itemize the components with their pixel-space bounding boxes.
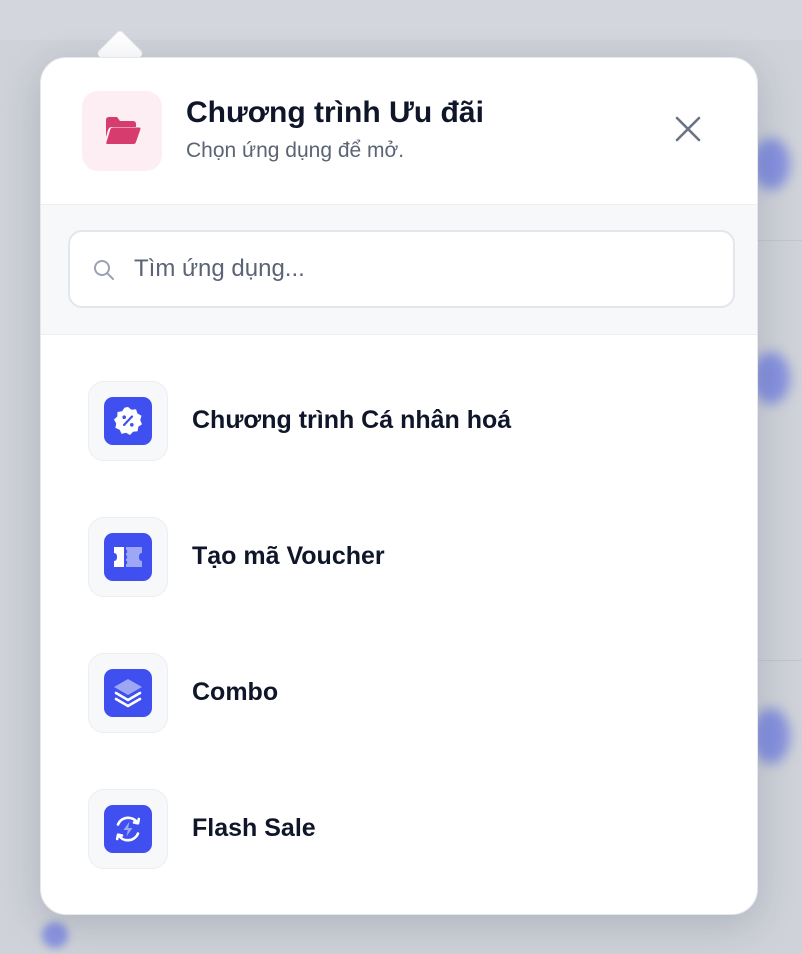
layers-icon xyxy=(104,669,152,717)
background-divider xyxy=(758,240,802,241)
popover-subtitle: Chọn ứng dụng để mở. xyxy=(186,139,405,162)
search-input[interactable] xyxy=(134,232,724,306)
app-label: Tạo mã Voucher xyxy=(192,542,385,570)
close-icon xyxy=(675,116,701,142)
close-button[interactable] xyxy=(669,110,707,148)
ticket-icon xyxy=(104,533,152,581)
app-picker-popover: Chương trình Ưu đãi Chọn ứng dụng để mở. xyxy=(40,57,758,915)
app-label: Combo xyxy=(192,678,279,706)
folder-open-icon xyxy=(82,91,162,171)
background-nav-icon xyxy=(42,922,68,948)
app-label: Chương trình Cá nhân hoá xyxy=(192,406,512,434)
background-divider xyxy=(758,660,802,661)
app-tile xyxy=(88,381,168,461)
percent-badge-icon xyxy=(104,397,152,445)
popover-title: Chương trình Ưu đãi xyxy=(186,96,484,129)
search-icon xyxy=(94,260,114,280)
app-tile xyxy=(88,789,168,869)
app-item-create-voucher[interactable]: Tạo mã Voucher xyxy=(41,471,757,607)
app-item-flash-sale[interactable]: Flash Sale xyxy=(41,743,757,879)
search-section xyxy=(41,204,757,335)
app-tile xyxy=(88,653,168,733)
app-item-combo[interactable]: Combo xyxy=(41,607,757,743)
app-tile xyxy=(88,517,168,597)
flash-refresh-icon xyxy=(104,805,152,853)
app-item-personalized-program[interactable]: Chương trình Cá nhân hoá xyxy=(41,335,757,471)
app-label: Flash Sale xyxy=(192,814,316,842)
search-box xyxy=(68,230,735,308)
popover-header: Chương trình Ưu đãi Chọn ứng dụng để mở. xyxy=(41,58,757,204)
